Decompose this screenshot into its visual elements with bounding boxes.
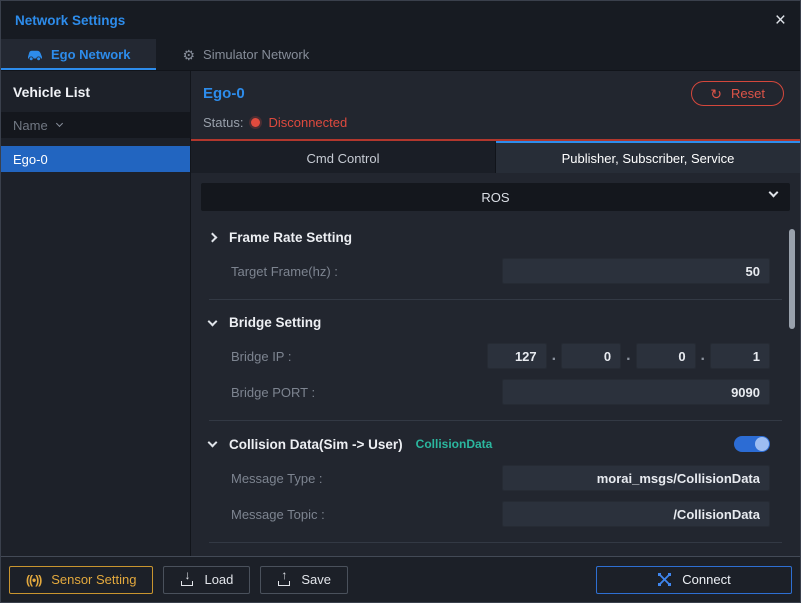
window-title: Network Settings — [15, 13, 125, 28]
sort-chevron-down-icon — [56, 120, 63, 127]
save-button[interactable]: ↑ Save — [260, 566, 348, 594]
tab-simulator-network-label: Simulator Network — [203, 47, 309, 62]
section-bridge-title: Bridge Setting — [229, 315, 321, 330]
target-frame-input[interactable] — [502, 258, 770, 284]
close-icon: × — [775, 10, 786, 31]
chevron-right-icon — [208, 233, 218, 243]
ip-separator: . — [626, 347, 630, 365]
subtab-cmd-control[interactable]: Cmd Control — [191, 141, 496, 173]
divider — [209, 299, 782, 300]
status-label: Status: — [203, 115, 243, 130]
protocol-dropdown[interactable]: ROS — [201, 183, 790, 211]
tab-ego-network-label: Ego Network — [51, 47, 130, 62]
reset-button[interactable]: ↻ Reset — [691, 81, 784, 106]
bridge-port-field-row: Bridge PORT : — [191, 374, 800, 410]
status-row: Status: Disconnected — [191, 113, 800, 141]
target-frame-label: Target Frame(hz) : — [231, 264, 338, 279]
status-value: Disconnected — [268, 115, 347, 130]
section-frame-rate-title: Frame Rate Setting — [229, 230, 352, 245]
chevron-down-icon — [208, 316, 218, 326]
main-area: Vehicle List Name Ego-0 Ego-0 ↻ Reset St… — [1, 71, 800, 556]
title-bar: Network Settings × — [1, 1, 800, 39]
toggle-knob — [755, 437, 769, 451]
detail-header: Ego-0 ↻ Reset — [191, 71, 800, 113]
name-header-label: Name — [13, 118, 48, 133]
subtab-pss-label: Publisher, Subscriber, Service — [562, 151, 735, 166]
message-topic-label: Message Topic : — [231, 507, 325, 522]
bridge-ip-input-3[interactable] — [636, 343, 696, 369]
network-tabs: Ego Network ⚙ Simulator Network — [1, 39, 800, 71]
message-type-input[interactable] — [502, 465, 770, 491]
connect-button[interactable]: Connect — [596, 566, 792, 594]
refresh-icon: ↻ — [710, 87, 722, 101]
load-button[interactable]: ↓ Load — [163, 566, 250, 594]
bridge-ip-group: . . . — [487, 343, 770, 369]
message-type-field-row: Message Type : — [191, 460, 800, 496]
detail-panel: Ego-0 ↻ Reset Status: Disconnected Cmd C… — [191, 71, 800, 556]
bridge-ip-input-2[interactable] — [561, 343, 621, 369]
collision-toggle-switch[interactable] — [734, 436, 770, 452]
vehicle-list-panel: Vehicle List Name Ego-0 — [1, 71, 191, 556]
sensor-setting-button[interactable]: ((•)) Sensor Setting — [9, 566, 153, 594]
scrollbar-thumb[interactable] — [789, 229, 795, 329]
vehicle-row-ego-0[interactable]: Ego-0 — [1, 146, 190, 172]
save-icon: ↑ — [277, 573, 291, 586]
gear-icon: ⚙ — [182, 48, 195, 62]
status-dot-icon — [251, 118, 260, 127]
divider — [209, 420, 782, 421]
load-icon: ↓ — [180, 573, 194, 586]
section-collision-header[interactable]: Collision Data(Sim -> User) CollisionDat… — [191, 425, 800, 460]
panel-title: Ego-0 — [203, 85, 245, 102]
car-icon — [27, 49, 43, 61]
sensor-setting-label: Sensor Setting — [51, 572, 136, 587]
bridge-ip-label: Bridge IP : — [231, 349, 291, 364]
subtab-publisher-subscriber-service[interactable]: Publisher, Subscriber, Service — [496, 141, 800, 173]
target-frame-field-row: Target Frame(hz) : — [191, 253, 800, 289]
protocol-selected-value: ROS — [481, 190, 509, 205]
tab-simulator-network[interactable]: ⚙ Simulator Network — [156, 39, 335, 70]
detail-subtabs: Cmd Control Publisher, Subscriber, Servi… — [191, 141, 800, 173]
divider — [209, 542, 782, 543]
bridge-ip-input-1[interactable] — [487, 343, 547, 369]
save-label: Save — [301, 572, 331, 587]
section-bridge-header[interactable]: Bridge Setting — [191, 304, 800, 338]
reset-label: Reset — [731, 86, 765, 101]
message-topic-input[interactable] — [502, 501, 770, 527]
connect-icon — [657, 572, 672, 587]
dropdown-chevron-icon — [769, 188, 779, 198]
load-label: Load — [204, 572, 233, 587]
bridge-ip-field-row: Bridge IP : . . . — [191, 338, 800, 374]
collision-data-tag: CollisionData — [416, 437, 493, 451]
tab-ego-network[interactable]: Ego Network — [1, 39, 156, 70]
ip-separator: . — [701, 347, 705, 365]
vehicle-list-title: Vehicle List — [1, 71, 190, 112]
message-type-label: Message Type : — [231, 471, 323, 486]
name-column-header[interactable]: Name — [1, 112, 190, 138]
ip-separator: . — [552, 347, 556, 365]
vehicle-row-label: Ego-0 — [13, 152, 48, 167]
bridge-port-input[interactable] — [502, 379, 770, 405]
message-topic-field-row: Message Topic : — [191, 496, 800, 532]
footer-bar: ((•)) Sensor Setting ↓ Load ↑ Save Conne… — [1, 556, 800, 602]
sensor-icon: ((•)) — [26, 573, 41, 587]
section-frame-rate-header[interactable]: Frame Rate Setting — [191, 219, 800, 253]
bridge-ip-input-4[interactable] — [710, 343, 770, 369]
subtab-cmd-control-label: Cmd Control — [307, 151, 380, 166]
chevron-down-icon — [208, 438, 218, 448]
section-collision-title: Collision Data(Sim -> User) — [229, 437, 403, 452]
connect-label: Connect — [682, 572, 730, 587]
bridge-port-label: Bridge PORT : — [231, 385, 315, 400]
close-button[interactable]: × — [775, 11, 786, 30]
settings-scroll-area: Frame Rate Setting Target Frame(hz) : Br… — [191, 213, 800, 556]
